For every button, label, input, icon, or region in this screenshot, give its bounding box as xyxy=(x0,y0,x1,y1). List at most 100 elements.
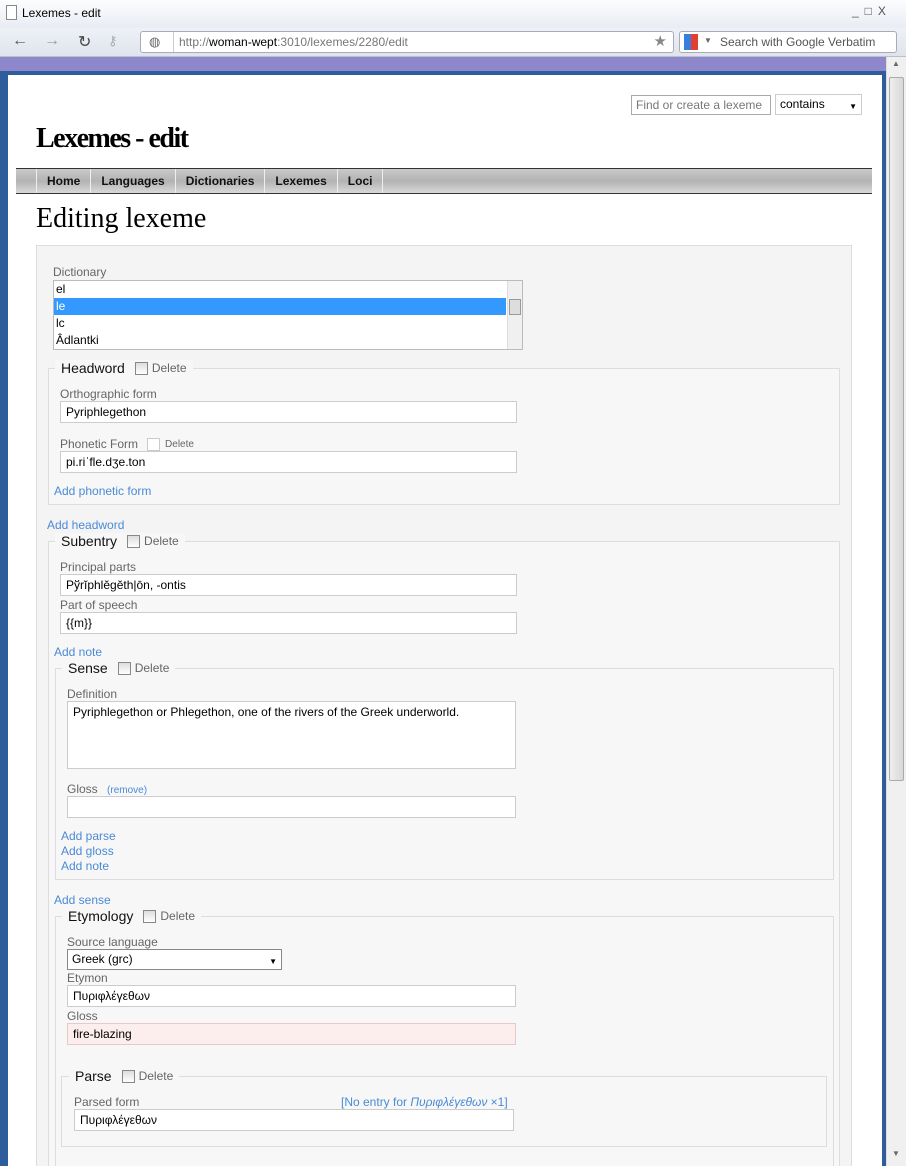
orthographic-form-label: Orthographic form xyxy=(60,387,157,401)
phonetic-form-label: Phonetic Form xyxy=(60,437,139,451)
etymology-gloss-input[interactable]: fire-blazing xyxy=(67,1023,516,1045)
etymology-gloss-label: Gloss xyxy=(67,1009,98,1023)
dictionary-option[interactable]: Âdlantki xyxy=(54,332,522,349)
sense-fieldset xyxy=(55,668,834,880)
dictionary-option-selected[interactable]: le xyxy=(54,298,506,315)
etymology-title: Etymology xyxy=(68,908,134,924)
part-of-speech-input[interactable]: {{m}} xyxy=(60,612,517,634)
remove-gloss-link[interactable]: (remove) xyxy=(107,785,147,796)
subentry-title: Subentry xyxy=(61,533,118,549)
gloss-label: Gloss xyxy=(67,782,98,796)
etymology-legend: Etymology Delete xyxy=(62,908,202,924)
sense-gloss-input[interactable] xyxy=(67,796,516,818)
page-title: Editing lexeme xyxy=(36,203,207,234)
delete-label: Delete xyxy=(144,534,179,548)
parsed-form-input[interactable]: Πυριφλέγεθων xyxy=(74,1109,514,1131)
window-titlebar: Lexemes - edit _□X xyxy=(0,0,906,28)
add-gloss-link[interactable]: Add gloss xyxy=(61,844,114,858)
url-prefix: http:// xyxy=(179,35,210,49)
window-controls[interactable]: _□X xyxy=(852,4,892,18)
etymon-label: Etymon xyxy=(67,971,108,985)
delete-label: Delete xyxy=(138,1069,174,1083)
browser-toolbar: ← → ↻ ⚷ ◍ http://woman-wept:3010/lexemes… xyxy=(0,28,906,57)
delete-label: Delete xyxy=(160,909,196,923)
match-mode-select[interactable]: contains ▼ xyxy=(775,94,862,115)
chevron-down-icon: ▼ xyxy=(269,957,277,966)
chevron-down-icon: ▼ xyxy=(849,102,857,111)
delete-label: Delete xyxy=(165,438,194,450)
url-path: :3010/lexemes/2280/edit xyxy=(277,35,408,49)
dictionary-label: Dictionary xyxy=(53,265,107,279)
match-mode-value: contains xyxy=(780,97,825,111)
headword-title: Headword xyxy=(61,360,125,376)
no-entry-suffix: ×1] xyxy=(487,1095,508,1109)
back-icon[interactable]: ← xyxy=(12,32,28,50)
nav-home[interactable]: Home xyxy=(36,169,92,193)
lexeme-search-input[interactable]: Find or create a lexeme xyxy=(631,95,771,115)
no-entry-prefix: [No entry for xyxy=(341,1095,411,1109)
parsed-form-label: Parsed form xyxy=(74,1095,140,1109)
main-nav: Home Languages Dictionaries Lexemes Loci xyxy=(16,168,872,194)
parse-title: Parse xyxy=(75,1068,112,1084)
phonetic-delete-checkbox[interactable] xyxy=(147,437,161,451)
dropdown-icon[interactable]: ▼ xyxy=(704,36,712,45)
add-sense-link[interactable]: Add sense xyxy=(54,893,111,907)
google-icon xyxy=(684,34,698,50)
source-language-value: Greek (grc) xyxy=(72,952,133,966)
globe-icon: ◍ xyxy=(149,34,161,49)
principal-parts-input[interactable]: Pўrĭphlĕgĕth|ōn, -ontis xyxy=(60,574,517,596)
add-phonetic-form-link[interactable]: Add phonetic form xyxy=(54,484,151,498)
no-entry-link[interactable]: [No entry for Πυριφλέγεθων ×1] xyxy=(341,1095,508,1109)
subentry-delete-checkbox[interactable] xyxy=(127,534,141,548)
toolbar-band xyxy=(0,57,906,71)
listbox-scrollbar[interactable] xyxy=(507,281,522,349)
headword-delete-checkbox[interactable] xyxy=(134,361,148,375)
definition-textarea[interactable]: Pyriphlegethon or Phlegethon, one of the… xyxy=(67,701,516,769)
sense-legend: Sense Delete xyxy=(62,660,176,676)
star-icon[interactable]: ★ xyxy=(654,32,667,50)
part-of-speech-label: Part of speech xyxy=(60,598,138,612)
orthographic-form-input[interactable]: Pyriphlegethon xyxy=(60,401,517,423)
scroll-down-icon[interactable]: ▼ xyxy=(892,1149,900,1158)
reload-icon[interactable]: ↻ xyxy=(78,32,91,52)
add-headword-link[interactable]: Add headword xyxy=(47,518,124,532)
add-sense-note-link[interactable]: Add note xyxy=(61,859,109,873)
delete-label: Delete xyxy=(151,361,187,375)
search-box[interactable]: ▼ Search with Google Verbatim xyxy=(679,31,897,53)
window-title: Lexemes - edit xyxy=(22,6,101,20)
principal-parts-label: Principal parts xyxy=(60,560,137,574)
nav-lexemes[interactable]: Lexemes xyxy=(265,169,338,193)
dictionary-option[interactable]: lc xyxy=(54,315,522,332)
scroll-thumb[interactable] xyxy=(889,77,904,781)
add-parse-link[interactable]: Add parse xyxy=(61,829,116,843)
address-bar[interactable]: ◍ http://woman-wept:3010/lexemes/2280/ed… xyxy=(140,31,674,53)
site-title: Lexemes - edit xyxy=(36,123,189,154)
delete-label: Delete xyxy=(134,661,170,675)
source-language-label: Source language xyxy=(67,935,158,949)
nav-languages[interactable]: Languages xyxy=(91,169,176,193)
sense-delete-checkbox[interactable] xyxy=(117,661,131,675)
scrollbar[interactable]: ▲ ▼ xyxy=(886,57,906,1166)
sense-title: Sense xyxy=(68,660,108,676)
etymology-delete-checkbox[interactable] xyxy=(143,909,157,923)
gloss-label-row: Gloss (remove) xyxy=(67,782,147,796)
source-language-select[interactable]: Greek (grc) ▼ xyxy=(67,949,282,970)
parse-legend: Parse Delete xyxy=(69,1068,180,1084)
definition-label: Definition xyxy=(67,687,118,701)
search-placeholder: Search with Google Verbatim xyxy=(720,35,876,49)
nav-loci[interactable]: Loci xyxy=(338,169,384,193)
dictionary-listbox[interactable]: el le lc Âdlantki xyxy=(53,280,523,350)
page-icon xyxy=(6,5,17,20)
dictionary-option[interactable]: el xyxy=(54,281,522,298)
no-entry-word: Πυριφλέγεθων xyxy=(410,1095,488,1109)
etymon-input[interactable]: Πυριφλέγεθων xyxy=(67,985,516,1007)
forward-icon[interactable]: → xyxy=(44,32,60,50)
url-host: woman-wept xyxy=(209,35,278,49)
parse-delete-checkbox[interactable] xyxy=(121,1069,135,1083)
phonetic-form-input[interactable]: pi.riˈfle.dʒe.ton xyxy=(60,451,517,473)
nav-dictionaries[interactable]: Dictionaries xyxy=(176,169,266,193)
headword-legend: Headword Delete xyxy=(55,360,193,376)
scroll-up-icon[interactable]: ▲ xyxy=(892,59,900,68)
page-content: Find or create a lexeme contains ▼ Lexeme… xyxy=(8,75,882,1166)
add-note-link[interactable]: Add note xyxy=(54,645,102,659)
